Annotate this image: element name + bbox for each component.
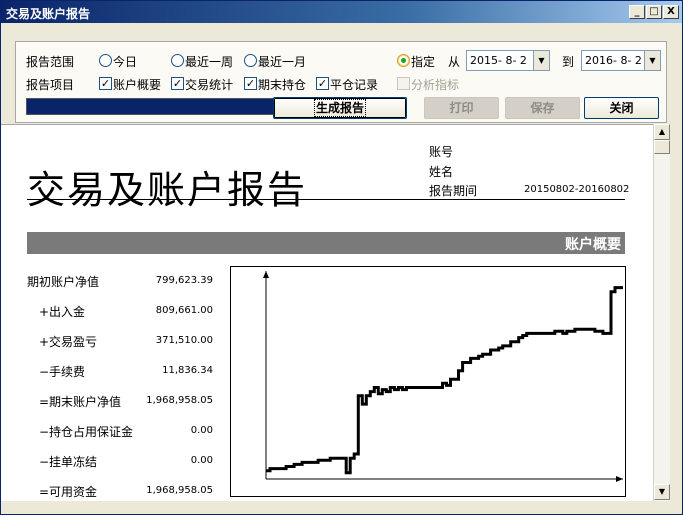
summary-row-value: 1,968,958.05 (146, 485, 213, 496)
from-date-value: 2015- 8- 2 (470, 54, 527, 67)
radio-today-label[interactable]: 今日 (113, 53, 137, 70)
report-window: 交易及账户报告 _ □ X 报告范围 今日 最近一周 最近一月 指定 从 201… (0, 0, 683, 515)
check-account-summary-label[interactable]: 账户概要 (113, 76, 161, 93)
check-trade-stats-label[interactable]: 交易统计 (185, 76, 233, 93)
minimize-button[interactable]: _ (629, 5, 645, 19)
period-value: 20150802-20160802 (524, 184, 630, 195)
account-label: 账号 (429, 145, 454, 159)
to-label: 到 (562, 55, 575, 69)
save-button[interactable]: 保存 (505, 97, 580, 119)
x-axis-arrow (616, 476, 623, 482)
equity-chart (230, 266, 626, 497)
generate-report-button[interactable]: 生成报告 (273, 97, 407, 119)
options-panel: 报告范围 今日 最近一周 最近一月 指定 从 2015- 8- 2 ▼ 到 20… (15, 41, 667, 123)
check-close-records-label[interactable]: 平仓记录 (330, 76, 378, 93)
items-label: 报告项目 (26, 78, 75, 92)
equity-chart-svg (263, 271, 623, 482)
to-date-picker[interactable]: 2016- 8- 2 ▼ (581, 50, 661, 71)
summary-row-value: 0.00 (190, 455, 213, 466)
radio-custom[interactable] (397, 54, 410, 67)
radio-month[interactable] (244, 54, 257, 67)
summary-row-value: 809,661.00 (155, 305, 213, 316)
check-analysis[interactable] (397, 77, 410, 90)
period-label: 报告期间 (429, 184, 478, 198)
summary-row-label: +出入金 (39, 305, 86, 319)
print-button[interactable]: 打印 (424, 97, 499, 119)
chevron-down-icon[interactable]: ▼ (644, 51, 660, 70)
summary-row-value: 11,836.34 (162, 365, 213, 376)
window-title: 交易及账户报告 (6, 7, 91, 21)
summary-row-label: −手续费 (39, 365, 86, 379)
title-bar[interactable]: 交易及账户报告 (1, 1, 682, 23)
summary-row-label: 期初账户净值 (27, 275, 100, 289)
summary-row-value: 0.00 (190, 425, 213, 436)
close-window-button[interactable]: X (663, 5, 679, 19)
section-title: 账户概要 (565, 237, 621, 253)
y-axis-arrow (263, 271, 269, 278)
summary-row-label: =期末账户净值 (39, 395, 122, 409)
to-date-value: 2016- 8- 2 (585, 54, 642, 67)
scroll-down-button[interactable]: ▼ (654, 484, 670, 500)
radio-today[interactable] (99, 54, 112, 67)
check-analysis-label[interactable]: 分析指标 (411, 76, 459, 93)
close-button[interactable]: 关闭 (584, 97, 659, 119)
name-label: 姓名 (429, 165, 454, 179)
check-positions[interactable]: ✓ (244, 77, 257, 90)
scroll-thumb[interactable] (654, 140, 670, 154)
vertical-scrollbar[interactable]: ▲ ▼ (653, 124, 670, 501)
summary-row-value: 371,510.00 (155, 335, 213, 346)
radio-week[interactable] (171, 54, 184, 67)
equity-series-line (266, 286, 623, 475)
check-positions-label[interactable]: 期末持仓 (258, 76, 306, 93)
summary-row-label: =可用资金 (39, 485, 98, 499)
scroll-up-button[interactable]: ▲ (654, 124, 670, 140)
section-header: 账户概要 (27, 232, 625, 254)
title-divider (27, 199, 625, 200)
maximize-button[interactable]: □ (646, 5, 662, 19)
summary-row-label: −挂单冻结 (39, 455, 98, 469)
check-close-records[interactable]: ✓ (316, 77, 329, 90)
from-date-picker[interactable]: 2015- 8- 2 ▼ (466, 50, 550, 71)
generate-report-label: 生成报告 (313, 99, 367, 117)
from-label: 从 (448, 55, 461, 69)
report-title: 交易及账户报告 (27, 168, 308, 212)
progress-bar (26, 98, 275, 115)
summary-row-value: 1,968,958.05 (146, 395, 213, 406)
chevron-down-icon[interactable]: ▼ (533, 51, 549, 70)
check-trade-stats[interactable]: ✓ (171, 77, 184, 90)
radio-month-label[interactable]: 最近一月 (258, 53, 306, 70)
radio-custom-label[interactable]: 指定 (411, 53, 435, 70)
check-account-summary[interactable]: ✓ (99, 77, 112, 90)
range-label: 报告范围 (26, 55, 75, 69)
summary-row-label: +交易盈亏 (39, 335, 98, 349)
radio-week-label[interactable]: 最近一周 (185, 53, 233, 70)
summary-row-value: 799,623.39 (155, 275, 213, 286)
